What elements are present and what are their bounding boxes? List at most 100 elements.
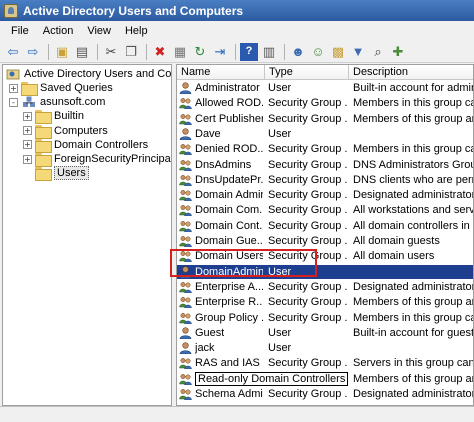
column-header-name[interactable]: Name (177, 65, 265, 80)
tree-root-label: Active Directory Users and Comput (24, 68, 172, 80)
description-cell: Designated administrators ... (353, 189, 474, 202)
name-cell: Domain Admins (179, 188, 263, 202)
name-cell: DnsUpdatePr... (179, 173, 263, 187)
group-icon (179, 235, 195, 247)
filter-icon[interactable]: ▼ (349, 43, 367, 61)
export-icon[interactable]: ⇥ (211, 43, 229, 61)
list-row[interactable]: Domain Cont... Security Group ... All doma… (177, 219, 473, 233)
tree-root[interactable]: Active Directory Users and Comput (5, 67, 172, 81)
object-name: Enterprise R... (195, 296, 263, 309)
list-row[interactable]: Domain Com... Security Group ... All works… (177, 203, 474, 217)
list-row[interactable]: Schema Admins Security Group ... Designate… (177, 387, 473, 401)
tree-item[interactable]: - asunsoft.com (9, 95, 105, 109)
group-icon (179, 174, 195, 186)
expand-icon[interactable]: + (23, 140, 32, 150)
new-group-icon[interactable]: ☺ (309, 43, 327, 61)
description-cell: Members in this group can ... (353, 143, 473, 156)
tree-item[interactable]: + Domain Controllers (23, 138, 148, 153)
help-icon[interactable]: ? (240, 42, 258, 61)
list-row[interactable]: Read-only Domain Controllers Members of t… (177, 371, 473, 386)
list-row[interactable]: Guest User Built-in account for guest ... (177, 326, 473, 340)
list-row[interactable]: Administrator User Built-in account for ad… (177, 81, 473, 95)
tree-item[interactable]: + ForeignSecurityPrincipals (23, 152, 172, 167)
object-name: Denied ROD... (195, 143, 263, 156)
type-cell: Security Group ... (268, 357, 348, 370)
tree-item[interactable]: + Computers (23, 124, 108, 139)
delete-icon[interactable]: ✖ (151, 43, 169, 61)
expand-icon[interactable]: + (9, 83, 18, 93)
list-row[interactable]: Domain Gue... Security Group ... All domai… (177, 234, 473, 248)
folder-icon (35, 167, 52, 182)
user-icon (179, 82, 195, 94)
name-cell: Domain Cont... (179, 219, 263, 233)
list-row[interactable]: DnsUpdatePr... Security Group ... DNS clie… (177, 173, 473, 187)
toolbar-separator (48, 43, 49, 60)
description-cell: All workstations and serve... (353, 204, 474, 217)
description-cell: Members in this group can ... (353, 97, 473, 110)
console-icon[interactable]: ▥ (260, 43, 278, 61)
list-row[interactable]: Enterprise A... Security Group ... Designa… (177, 280, 473, 294)
menu-action[interactable]: Action (36, 23, 81, 39)
find-icon[interactable]: ⌕ (369, 43, 387, 61)
menu-help[interactable]: Help (118, 23, 155, 39)
user-icon (179, 128, 195, 140)
description-cell: DNS clients who are permi... (353, 173, 473, 186)
object-name: RAS and IAS ... (195, 357, 263, 370)
list-row[interactable]: Dave User (177, 127, 473, 141)
group-icon (179, 312, 195, 324)
description-cell: Built-in account for admini... (353, 82, 473, 94)
object-name: Schema Admins (195, 388, 263, 400)
expand-icon[interactable]: + (23, 126, 32, 136)
list-row[interactable]: DnsAdmins Security Group ... DNS Administr… (177, 158, 474, 172)
name-cell: Administrator (179, 81, 263, 95)
list-row[interactable]: Denied ROD... Security Group ... Members i… (177, 142, 473, 156)
list-row[interactable]: Domain Admins Security Group ... Designate… (177, 188, 474, 202)
list-row[interactable]: Enterprise R... Security Group ... Members… (177, 295, 473, 309)
tree-item-label: ForeignSecurityPrincipals (54, 153, 172, 165)
properties-icon[interactable]: ▦ (171, 43, 189, 61)
object-name: Administrator (195, 82, 260, 94)
menu-view[interactable]: View (80, 23, 118, 39)
new-ou-icon[interactable]: ▩ (329, 43, 347, 61)
expand-icon[interactable]: + (23, 154, 32, 164)
folder-icon (35, 138, 52, 153)
column-header-type[interactable]: Type (265, 65, 349, 80)
forward-arrow-icon[interactable]: ⇨ (24, 43, 42, 61)
name-cell: Read-only Domain Controllers (179, 371, 349, 386)
column-header-description[interactable]: Description (349, 65, 473, 80)
tree-toggle-icon[interactable]: ▤ (73, 43, 91, 61)
tree-item[interactable]: Users (23, 166, 89, 182)
menu-file[interactable]: File (4, 23, 36, 39)
list-row[interactable]: Group Policy ... Security Group ... Member… (177, 311, 473, 325)
up-folder-icon[interactable]: ▣ (53, 43, 71, 61)
tree-item[interactable]: + Saved Queries (9, 81, 113, 96)
group-icon (179, 220, 195, 232)
type-cell: Security Group ... (268, 235, 348, 247)
expand-icon[interactable]: + (23, 111, 32, 121)
description-cell: All domain users (353, 250, 435, 263)
back-arrow-icon[interactable]: ⇦ (4, 43, 22, 61)
list-row[interactable]: Allowed ROD... Security Group ... Members … (177, 96, 473, 110)
list-row[interactable]: Cert Publishers Security Group ... Members… (177, 112, 473, 126)
list-row[interactable]: jack User (177, 341, 473, 355)
name-cell: jack (179, 341, 263, 355)
add-to-group-icon[interactable]: ✚ (389, 43, 407, 61)
copy-icon[interactable]: ❐ (122, 43, 140, 61)
tree-pane: Active Directory Users and Comput + Saved … (2, 64, 172, 406)
object-name: Domain Com... (195, 204, 263, 217)
folder-icon (35, 153, 52, 167)
highlight-annotation (170, 249, 317, 277)
type-cell: Security Group ... (268, 143, 348, 156)
group-icon (179, 296, 195, 309)
group-icon (179, 159, 195, 171)
list-row[interactable]: RAS and IAS ... Security Group ... Servers… (177, 356, 473, 370)
rename-input[interactable]: Read-only Domain Controllers (195, 371, 349, 386)
description-cell: DNS Administrators Group (353, 158, 474, 171)
cut-icon[interactable]: ✂ (102, 43, 120, 61)
type-cell: Security Group ... (268, 97, 348, 110)
collapse-icon[interactable]: - (9, 97, 18, 107)
refresh-icon[interactable]: ↻ (191, 43, 209, 61)
new-user-icon[interactable]: ☻ (289, 43, 307, 61)
group-icon (179, 113, 195, 125)
tree-item[interactable]: + Builtin (23, 109, 84, 125)
